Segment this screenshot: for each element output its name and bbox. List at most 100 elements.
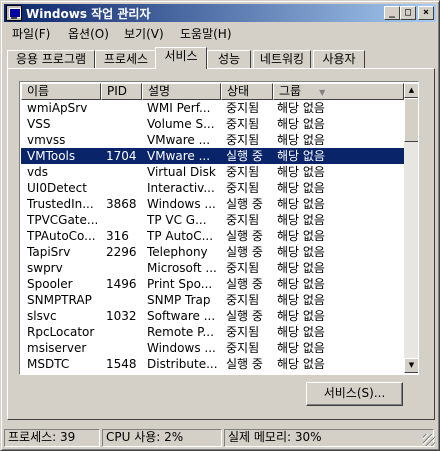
cell-pid: 3868 <box>106 197 137 211</box>
cell-description: Windows ... <box>147 197 216 211</box>
scroll-down-button[interactable]: ▼ <box>404 358 418 373</box>
table-row[interactable]: Spooler 1496 Print Spo... 실행 중 해당 없음 <box>21 276 404 292</box>
tab-processes[interactable]: 프로세스 <box>95 50 157 68</box>
tab-strip: 응용 프로그램 프로세스 서비스 성능 네트워킹 사용자 <box>7 47 427 69</box>
table-row[interactable]: wmiApSrv WMI Perf... 중지됨 해당 없음 <box>21 100 404 116</box>
resize-grip[interactable] <box>423 434 435 446</box>
cell-status: 중지됨 <box>226 101 260 115</box>
table-row[interactable]: TPVCGate... TP VC G... 중지됨 해당 없음 <box>21 212 404 228</box>
cell-group: 해당 없음 <box>277 309 325 323</box>
tab-applications[interactable]: 응용 프로그램 <box>7 50 95 68</box>
cell-status: 실행 중 <box>226 277 263 291</box>
title-bar[interactable]: Windows 작업 관리자 _ □ × <box>4 4 436 22</box>
cell-name: TrustedIn... <box>27 197 94 211</box>
cell-status: 실행 중 <box>226 229 263 243</box>
cell-name: wmiApSrv <box>27 101 88 115</box>
services-button[interactable]: 서비스(S)... <box>306 382 403 406</box>
cell-status: 실행 중 <box>226 309 263 323</box>
scroll-thumb[interactable] <box>404 98 418 142</box>
menu-help[interactable]: 도움말(H) <box>180 25 232 42</box>
cell-description: WMI Perf... <box>147 101 211 115</box>
cell-status: 실행 중 <box>226 149 263 163</box>
table-row[interactable]: MSDTC 1548 Distribute... 실행 중 해당 없음 <box>21 356 404 372</box>
cell-description: Software ... <box>147 309 216 323</box>
scroll-up-button[interactable]: ▲ <box>404 83 418 98</box>
cell-status: 중지됨 <box>226 325 260 339</box>
table-row[interactable]: vds Virtual Disk 중지됨 해당 없음 <box>21 164 404 180</box>
tab-networking[interactable]: 네트워킹 <box>253 50 311 68</box>
cell-status: 실행 중 <box>226 357 263 371</box>
cell-status: 중지됨 <box>226 293 260 307</box>
cell-name: RpcLocator <box>27 325 95 339</box>
cell-group: 해당 없음 <box>277 261 325 275</box>
status-cpu: CPU 사용: 2% <box>102 429 222 447</box>
cell-description: Interactiv... <box>147 181 215 195</box>
tab-users[interactable]: 사용자 <box>313 50 365 68</box>
table-row[interactable]: swprv Microsoft ... 중지됨 해당 없음 <box>21 260 404 276</box>
task-manager-window: Windows 작업 관리자 _ □ × 파일(F) 옵션(O) 보기(V) 도… <box>0 0 440 451</box>
column-header-name[interactable]: 이름 <box>21 83 101 100</box>
vertical-scrollbar[interactable]: ▲ ▼ <box>404 83 418 373</box>
window-title: Windows 작업 관리자 <box>26 7 151 21</box>
cell-name: swprv <box>27 261 63 275</box>
menu-view[interactable]: 보기(V) <box>124 25 164 42</box>
column-header-pid[interactable]: PID <box>101 83 142 100</box>
cell-description: Print Spo... <box>147 277 213 291</box>
table-row[interactable]: vmvss VMware ... 중지됨 해당 없음 <box>21 132 404 148</box>
table-row[interactable]: VSS Volume S... 중지됨 해당 없음 <box>21 116 404 132</box>
column-header-status[interactable]: 상태 <box>221 83 273 100</box>
cell-description: Remote P... <box>147 325 214 339</box>
cell-description: SNMP Trap <box>147 293 211 307</box>
menu-file[interactable]: 파일(F) <box>12 25 50 42</box>
cell-name: vds <box>27 165 48 179</box>
cell-status: 중지됨 <box>226 261 260 275</box>
tab-performance[interactable]: 성능 <box>207 50 251 68</box>
table-row[interactable]: slsvc 1032 Software ... 실행 중 해당 없음 <box>21 308 404 324</box>
cell-description: TP VC G... <box>147 213 207 227</box>
table-row[interactable]: UI0Detect Interactiv... 중지됨 해당 없음 <box>21 180 404 196</box>
cell-name: UI0Detect <box>27 181 87 195</box>
close-button[interactable]: × <box>418 6 434 20</box>
cell-name: TPAutoCo... <box>27 229 96 243</box>
cell-description: Windows ... <box>147 341 216 355</box>
maximize-button[interactable]: □ <box>400 6 416 20</box>
cell-group: 해당 없음 <box>277 293 325 307</box>
cell-name: MSDTC <box>27 357 70 371</box>
column-header-group[interactable]: 그룹 ▼ <box>273 83 404 100</box>
cell-pid: 1704 <box>106 149 137 163</box>
column-header-description[interactable]: 설명 <box>142 83 221 100</box>
cell-group: 해당 없음 <box>277 229 325 243</box>
cell-description: VMware ... <box>147 133 211 147</box>
cell-group: 해당 없음 <box>277 149 325 163</box>
table-row[interactable]: SNMPTRAP SNMP Trap 중지됨 해당 없음 <box>21 292 404 308</box>
sort-arrow-icon: ▼ <box>319 88 326 97</box>
table-row[interactable]: VMTools 1704 VMware ... 실행 중 해당 없음 <box>21 148 404 164</box>
cell-name: SNMPTRAP <box>27 293 92 307</box>
cell-description: Telephony <box>147 245 208 259</box>
cell-name: VSS <box>27 117 51 131</box>
cell-group: 해당 없음 <box>277 101 325 115</box>
cell-name: slsvc <box>27 309 57 323</box>
cell-name: TapiSrv <box>27 245 71 259</box>
minimize-button[interactable]: _ <box>384 6 400 20</box>
tab-services[interactable]: 서비스 <box>155 47 207 69</box>
table-row[interactable]: TapiSrv 2296 Telephony 실행 중 해당 없음 <box>21 244 404 260</box>
cell-pid: 1032 <box>106 309 137 323</box>
cell-name: msiserver <box>27 341 87 355</box>
menu-options[interactable]: 옵션(O) <box>68 25 109 42</box>
services-list[interactable]: 이름 PID 설명 상태 그룹 ▼ wmiApSrv WMI Perf... 중지됨 해… <box>19 81 419 375</box>
cell-status: 실행 중 <box>226 245 263 259</box>
cell-description: VMware ... <box>147 149 211 163</box>
table-row[interactable]: TPAutoCo... 316 TP AutoC... 실행 중 해당 없음 <box>21 228 404 244</box>
cell-pid: 1548 <box>106 357 137 371</box>
cell-description: Microsoft ... <box>147 261 217 275</box>
cell-description: Distribute... <box>147 357 218 371</box>
table-row[interactable]: msiserver Windows ... 중지됨 해당 없음 <box>21 340 404 356</box>
table-row[interactable]: TrustedIn... 3868 Windows ... 실행 중 해당 없음 <box>21 196 404 212</box>
services-list-body: 이름 PID 설명 상태 그룹 ▼ wmiApSrv WMI Perf... 중지됨 해… <box>21 83 404 373</box>
table-row[interactable]: RpcLocator Remote P... 중지됨 해당 없음 <box>21 324 404 340</box>
status-memory: 실제 메모리: 30% <box>224 429 434 447</box>
cell-pid: 316 <box>106 229 129 243</box>
cell-name: TPVCGate... <box>27 213 99 227</box>
cell-status: 중지됨 <box>226 133 260 147</box>
